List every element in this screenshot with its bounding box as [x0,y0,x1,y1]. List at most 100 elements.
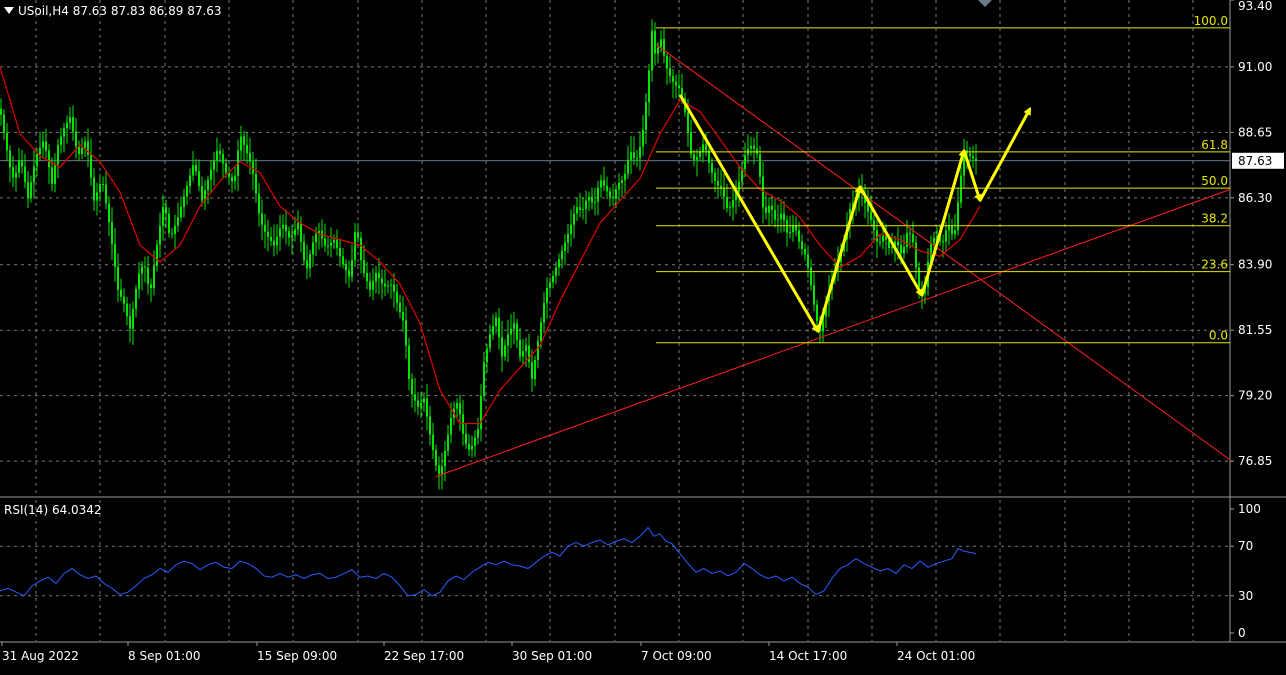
candle-body [138,273,140,290]
candle-body [666,55,668,69]
candle-body [774,209,776,220]
candle-body [231,176,233,182]
candle-body [294,229,296,236]
candle-body [555,267,557,276]
candle-body [327,245,329,247]
candle-body [405,320,407,346]
dropdown-triangle-icon[interactable] [4,7,14,14]
candle-body [276,236,278,246]
candle-body [474,437,476,446]
candle-body [495,317,497,327]
candle-body [186,186,188,197]
candle-body [24,166,26,183]
candle-body [132,308,134,329]
candle-body [753,145,755,149]
candle-body [108,203,110,223]
candle-body [99,183,101,193]
candle-body [471,445,473,450]
candle-body [3,114,5,133]
candle-body [123,296,125,304]
candle-body [195,165,197,172]
candle-body [810,267,812,286]
candle-body [297,222,299,230]
fib-level-label: 61.8 [1201,138,1228,152]
candle-body [390,284,392,286]
candle-body [147,267,149,285]
candle-body [441,466,443,474]
candle-body [744,155,746,170]
candle-body [84,141,86,148]
candle-body [945,230,947,242]
price-tick-label: 76.85 [1238,454,1272,468]
fib-level-label: 50.0 [1201,174,1228,188]
candle-body [543,302,545,323]
chart-root[interactable]: 93.40 91.00 88.65 86.30 83.90 81.55 79.20 76.85… [0,0,1286,671]
candle-body [687,112,689,132]
candle-body [552,275,554,283]
candle-body [942,241,944,243]
candle-body [408,345,410,379]
candle-body [357,232,359,238]
candle-body [249,153,251,162]
fib-level-label: 0.0 [1209,329,1228,343]
candle-body [117,266,119,290]
candle-body [447,434,449,451]
rsi-tick-label: 30 [1238,589,1253,603]
price-tick-label: 93.40 [1238,0,1272,13]
chart-svg[interactable]: 93.40 91.00 88.65 86.30 83.90 81.55 79.20 76.85… [0,0,1286,671]
candle-body [360,237,362,261]
candle-body [522,351,524,357]
candle-body [738,181,740,192]
candle-body [486,348,488,363]
time-tick-label: 31 Aug 2022 [2,649,79,663]
candle-body [648,70,650,103]
candle-body [573,213,575,225]
candle-body [606,185,608,192]
candle-body [501,337,503,357]
candle-body [915,242,917,268]
candle-body [777,219,779,221]
candle-body [546,287,548,303]
candle-body [513,323,515,329]
candle-body [504,345,506,357]
candle-body [72,117,74,132]
candle-body [264,224,266,232]
candle-body [177,217,179,226]
candle-body [39,147,41,154]
candle-body [969,153,971,157]
candle-body [36,153,38,167]
candle-body [516,323,518,340]
candle-body [975,158,977,161]
candle-body [639,146,641,158]
candle-body [201,186,203,201]
candle-body [189,175,191,186]
candle-body [609,191,611,197]
candle-body [591,196,593,203]
fib-level-label: 100.0 [1194,14,1228,28]
candle-body [396,291,398,303]
candle-body [291,235,293,238]
candle-body [75,131,77,147]
candle-body [393,284,395,292]
candle-body [948,225,950,231]
candle-body [102,183,104,185]
candle-body [663,39,665,56]
candle-body [879,241,881,243]
candle-body [240,136,242,151]
candle-body [312,242,314,255]
candle-body [603,180,605,186]
candle-body [330,242,332,246]
candle-body [768,205,770,213]
candle-body [180,206,182,218]
candle-body [54,164,56,184]
candle-body [207,179,209,191]
candle-body [285,225,287,232]
candle-body [621,180,623,183]
candle-body [192,165,194,176]
candle-body [696,156,698,160]
candle-body [114,243,116,267]
candle-body [255,173,257,194]
candle-body [525,345,527,352]
fib-level-label: 38.2 [1201,212,1228,226]
candle-body [171,233,173,235]
